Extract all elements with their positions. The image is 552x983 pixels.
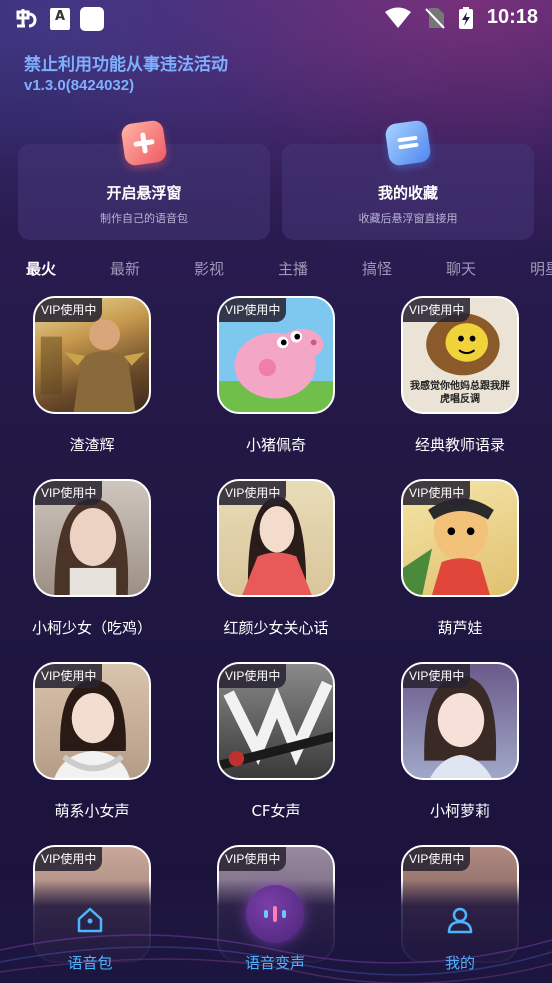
voice-pack-thumbnail: VIP使用中 (33, 479, 151, 597)
thumbnail-caption: 我感觉你他妈总跟我胖虎唱反调 (410, 381, 510, 405)
no-sim-icon (425, 7, 445, 29)
status-bar: A 10:18 (0, 0, 552, 40)
card-subtitle: 制作自己的语音包 (100, 212, 188, 225)
tab-movies[interactable]: 影视 (194, 258, 224, 279)
tab-funny[interactable]: 搞怪 (362, 258, 392, 279)
voice-pack-tile[interactable]: VIP使用中 小柯少女（吃鸡） (2, 479, 182, 649)
voice-pack-thumbnail: VIP使用中 (217, 296, 335, 414)
voice-changer-button[interactable] (246, 885, 304, 943)
tab-chat[interactable]: 聊天 (446, 258, 476, 279)
vip-badge: VIP使用中 (403, 481, 471, 505)
voice-pack-name: 小柯少女（吃鸡） (31, 619, 152, 637)
category-tabs: 最火 最新 影视 主播 搞怪 聊天 明星 (0, 258, 552, 284)
clock: 10:18 (486, 6, 538, 28)
voice-pack-name: 萌系小女声 (54, 802, 130, 820)
voice-pack-tile[interactable]: VIP使用中 小猪佩奇 (186, 296, 366, 466)
vip-badge: VIP使用中 (35, 481, 103, 505)
vip-badge: VIP使用中 (219, 847, 287, 871)
voice-pack-name: 小猪佩奇 (245, 436, 306, 454)
tab-streamers[interactable]: 主播 (278, 258, 308, 279)
vip-badge: VIP使用中 (219, 298, 287, 322)
wifi-icon (384, 7, 411, 28)
voice-pack-thumbnail: VIP使用中 (217, 662, 335, 780)
card-title: 我的收藏 (377, 184, 438, 202)
voice-pack-tile[interactable]: VIP使用中 小柯萝莉 (370, 662, 550, 832)
square-notification-icon (80, 7, 104, 31)
vip-badge: VIP使用中 (403, 298, 471, 322)
list-icon (384, 119, 432, 167)
battery-charging-icon (458, 6, 473, 29)
tab-hottest[interactable]: 最火 (26, 258, 56, 279)
vip-badge: VIP使用中 (403, 664, 471, 688)
voice-pack-name: 葫芦娃 (437, 619, 483, 637)
voice-pack-name: 经典教师语录 (414, 436, 505, 454)
vip-badge: VIP使用中 (35, 847, 103, 871)
voice-pack-tile[interactable]: VIP使用中 我感觉你他妈总跟我胖虎唱反调 经典教师语录 (370, 296, 550, 466)
voice-pack-tile[interactable]: VIP使用中 葫芦娃 (370, 479, 550, 649)
a-notification-icon: A (50, 8, 70, 30)
voice-pack-tile[interactable]: VIP使用中 渣渣辉 (2, 296, 182, 466)
voice-pack-name: 红颜少女关心话 (223, 619, 329, 637)
sound-wave-icon (264, 906, 286, 922)
vip-badge: VIP使用中 (219, 481, 287, 505)
voice-pack-thumbnail: VIP使用中 (401, 662, 519, 780)
voice-pack-thumbnail: VIP使用中 (401, 479, 519, 597)
voice-pack-thumbnail: VIP使用中 我感觉你他妈总跟我胖虎唱反调 (401, 296, 519, 414)
voice-pack-thumbnail: VIP使用中 (33, 662, 151, 780)
vip-badge: VIP使用中 (403, 847, 471, 871)
tab-newest[interactable]: 最新 (110, 258, 140, 279)
card-subtitle: 收藏后悬浮窗直接用 (358, 212, 458, 225)
legal-notice: 禁止利用功能从事违法活动 (24, 55, 228, 75)
voice-pack-thumbnail: VIP使用中 (33, 296, 151, 414)
tab-celebrities[interactable]: 明星 (530, 258, 552, 279)
vip-badge: VIP使用中 (35, 664, 103, 688)
floating-window-card[interactable]: 开启悬浮窗 制作自己的语音包 (18, 119, 270, 240)
vip-badge: VIP使用中 (219, 664, 287, 688)
vip-badge: VIP使用中 (35, 298, 103, 322)
voice-pack-tile[interactable]: VIP使用中 红颜少女关心话 (186, 479, 366, 649)
app-notification-icon (14, 6, 40, 32)
voice-pack-name: CF女声 (251, 802, 301, 820)
voice-pack-name: 渣渣辉 (69, 436, 115, 454)
voice-pack-thumbnail: VIP使用中 (217, 479, 335, 597)
version-label: v1.3.0(8424032) (24, 77, 135, 94)
plus-icon (120, 119, 168, 167)
voice-pack-tile[interactable]: VIP使用中 萌系小女声 (2, 662, 182, 832)
favorites-card[interactable]: 我的收藏 收藏后悬浮窗直接用 (282, 119, 534, 240)
card-title: 开启悬浮窗 (106, 184, 182, 202)
voice-pack-name: 小柯萝莉 (429, 802, 490, 820)
voice-pack-tile[interactable]: VIP使用中 CF女声 (186, 662, 366, 832)
